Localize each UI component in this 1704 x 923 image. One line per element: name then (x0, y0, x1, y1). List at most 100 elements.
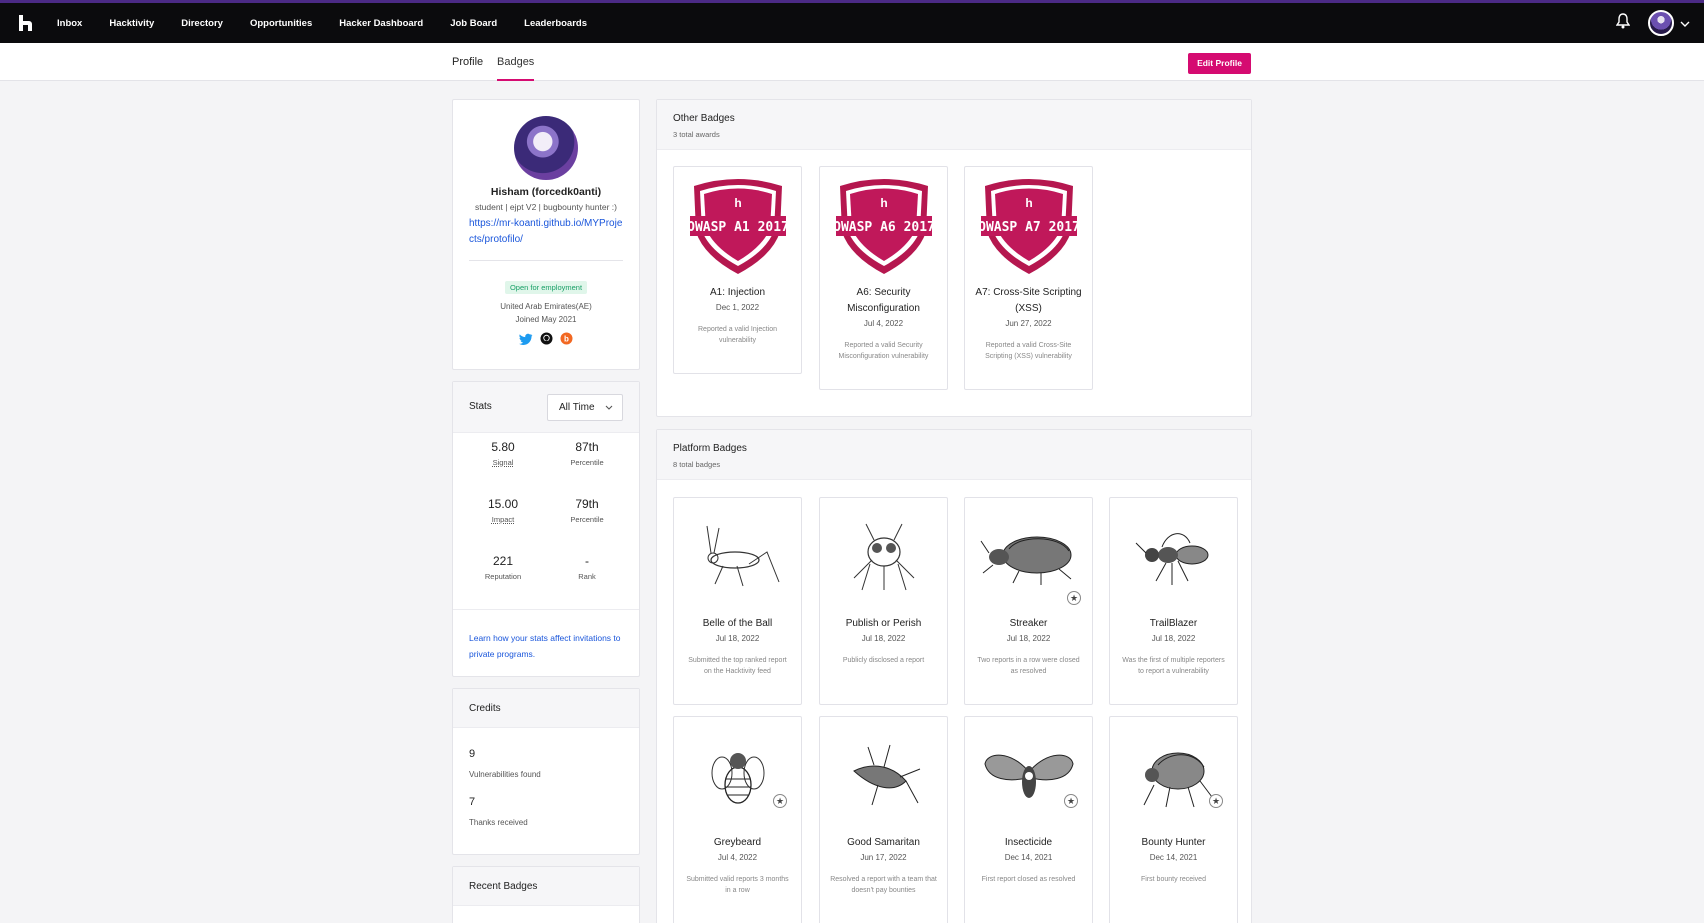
bugcrowd-icon[interactable]: b (560, 332, 573, 350)
profile-joined: Joined May 2021 (515, 315, 577, 324)
owasp-shield-icon: OWASP A1 2017 h (674, 167, 801, 285)
badge-name: Belle of the Ball (702, 618, 773, 629)
badge-date: Jul 18, 2022 (715, 634, 760, 643)
platform-badges-count: 8 total badges (673, 460, 721, 469)
badge-date: Jul 18, 2022 (1006, 634, 1051, 643)
badge-date: Jun 17, 2022 (860, 853, 907, 862)
badge-card-insecticide[interactable]: ★ Insecticide Dec 14, 2021 First report … (964, 716, 1093, 923)
twitter-icon[interactable] (519, 332, 533, 350)
badge-date: Jul 18, 2022 (861, 634, 906, 643)
badge-card-a6[interactable]: OWASP A6 2017 h A6: Security Misconfigura… (819, 166, 948, 390)
divider (469, 260, 623, 261)
nav-inbox[interactable]: Inbox (57, 18, 82, 29)
badge-name: Publish or Perish (845, 618, 922, 629)
credits-card: Credits 9 Vulnerabilities found 7 Thanks… (452, 688, 640, 855)
cricket-icon (674, 498, 801, 616)
svg-text:OWASP A1 2017: OWASP A1 2017 (687, 220, 789, 235)
owasp-shield-icon: OWASP A7 2017 h (965, 167, 1092, 285)
stat-signal-value: 5.80 (491, 440, 515, 454)
user-menu[interactable] (1648, 10, 1690, 36)
svg-text:h: h (880, 196, 887, 210)
badge-card-trailblazer[interactable]: TrailBlazer Jul 18, 2022 Was the first o… (1109, 497, 1238, 705)
badge-description: Two reports in a row were closed as reso… (977, 657, 1080, 675)
owasp-shield-icon: OWASP A6 2017 h (820, 167, 947, 285)
badge-description: Reported a valid Injection vulnerability (698, 326, 777, 344)
badge-name: A6: Security Misconfiguration (847, 287, 920, 314)
bee-icon: ★ (674, 717, 801, 835)
badge-card-belle-of-the-ball[interactable]: Belle of the Ball Jul 18, 2022 Submitted… (673, 497, 802, 705)
stat-impact-value: 15.00 (487, 497, 519, 511)
star-icon: ★ (1067, 591, 1081, 605)
svg-text:OWASP A6 2017: OWASP A6 2017 (833, 220, 935, 235)
nav-hacker-dashboard[interactable]: Hacker Dashboard (339, 18, 423, 29)
tab-badges[interactable]: Badges (497, 43, 535, 81)
bell-icon[interactable] (1615, 12, 1631, 34)
badge-date: Jul 4, 2022 (863, 319, 904, 328)
top-navigation: Inbox Hacktivity Directory Opportunities… (0, 3, 1704, 43)
stats-period-select[interactable]: All Time (547, 394, 623, 421)
stat-impact-percentile-label: Percentile (570, 515, 604, 524)
nav-job-board[interactable]: Job Board (450, 18, 497, 29)
badge-card-good-samaritan[interactable]: Good Samaritan Jun 17, 2022 Resolved a r… (819, 716, 948, 923)
badge-date: Dec 14, 2021 (1004, 853, 1053, 862)
profile-location: United Arab Emirates(AE) (500, 302, 592, 311)
other-badges-title: Other Badges (673, 113, 735, 124)
stat-reputation-label: Reputation (484, 572, 522, 581)
svg-text:h: h (734, 196, 741, 210)
badge-name: A7: Cross-Site Scripting (XSS) (975, 287, 1082, 314)
divider (453, 609, 639, 610)
badge-date: Jul 18, 2022 (1151, 634, 1196, 643)
star-icon: ★ (1209, 794, 1223, 808)
badge-card-a1[interactable]: OWASP A1 2017 h A1: Injection Dec 1, 2022… (673, 166, 802, 374)
scarab-icon: ★ (1110, 717, 1237, 835)
badge-name: Bounty Hunter (1141, 837, 1206, 848)
hackerone-logo-icon[interactable] (4, 3, 48, 43)
badge-description: Reported a valid Security Misconfigurati… (838, 342, 929, 360)
stat-signal-label[interactable]: Signal (465, 458, 541, 467)
stat-signal-percentile-value: 87th (575, 440, 599, 454)
badge-card-bounty-hunter[interactable]: ★ Bounty Hunter Dec 14, 2021 First bount… (1109, 716, 1238, 923)
profile-name: Hisham (forcedk0anti) (490, 186, 602, 198)
badge-date: Dec 14, 2021 (1149, 853, 1198, 862)
badge-description: Submitted the top ranked report on the H… (688, 657, 787, 675)
github-icon[interactable] (540, 332, 553, 350)
badge-description: First bounty received (1141, 876, 1206, 883)
stat-signal-percentile-label: Percentile (570, 458, 604, 467)
chevron-down-icon[interactable] (1680, 14, 1690, 32)
badge-card-greybeard[interactable]: ★ Greybeard Jul 4, 2022 Submitted valid … (673, 716, 802, 923)
badge-description: Resolved a report with a team that doesn… (830, 876, 937, 894)
credits-title: Credits (469, 703, 501, 714)
stats-title: Stats (469, 401, 492, 412)
wasp-icon (1110, 498, 1237, 616)
badge-description: Publicly disclosed a report (842, 657, 925, 664)
badge-name: Good Samaritan (847, 837, 920, 848)
user-avatar[interactable] (1648, 10, 1674, 36)
badge-card-publish-or-perish[interactable]: Publish or Perish Jul 18, 2022 Publicly … (819, 497, 948, 705)
learn-stats-link[interactable]: Learn how your stats affect invitations … (469, 630, 629, 662)
badge-name: Greybeard (713, 837, 762, 848)
nav-opportunities[interactable]: Opportunities (250, 18, 312, 29)
profile-bio: student | ejpt V2 | bugbounty hunter :) (475, 202, 617, 212)
tab-profile[interactable]: Profile (452, 43, 483, 81)
badge-card-a7[interactable]: OWASP A7 2017 h A7: Cross-Site Scripting … (964, 166, 1093, 390)
edit-profile-button[interactable]: Edit Profile (1188, 53, 1251, 74)
thanks-label: Thanks received (469, 818, 528, 827)
badge-date: Dec 1, 2022 (715, 303, 760, 312)
nav-hacktivity[interactable]: Hacktivity (109, 18, 154, 29)
badge-date: Jul 4, 2022 (717, 853, 758, 862)
stat-impact-label[interactable]: Impact (465, 515, 541, 524)
svg-text:OWASP A7 2017: OWASP A7 2017 (978, 220, 1080, 235)
moth-icon: ★ (965, 717, 1092, 835)
stats-card: Stats All Time 5.80 Signal 87th Percentile… (452, 381, 640, 677)
chevron-down-icon (605, 395, 613, 420)
profile-avatar (514, 116, 578, 180)
other-badges-section: Other Badges 3 total awards OWASP A1 201… (656, 99, 1252, 417)
stat-impact-percentile-value: 79th (575, 497, 599, 511)
badge-card-streaker[interactable]: ★ Streaker Jul 18, 2022 Two reports in a… (964, 497, 1093, 705)
profile-website-link[interactable]: https://mr-koanti.github.io/MYProjects/p… (469, 216, 623, 248)
recent-badges-card: Recent Badges (452, 866, 640, 923)
nav-directory[interactable]: Directory (181, 18, 223, 29)
nav-leaderboards[interactable]: Leaderboards (524, 18, 587, 29)
vulnerabilities-count: 9 (469, 748, 476, 760)
beetle-icon: ★ (965, 498, 1092, 616)
